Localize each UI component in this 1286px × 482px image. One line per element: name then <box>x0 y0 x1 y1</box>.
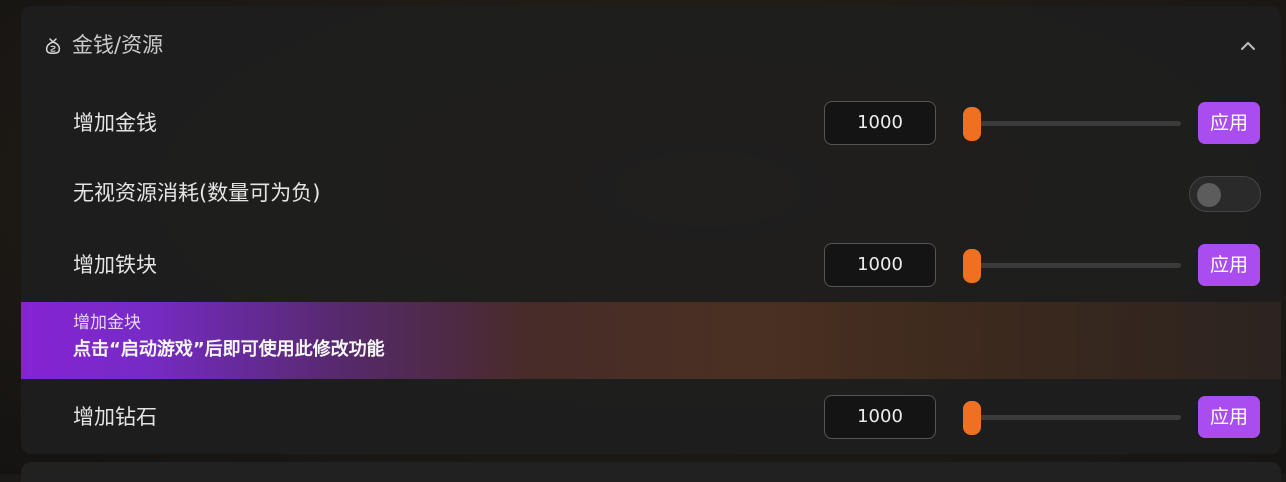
apply-button[interactable]: 应用 <box>1198 102 1260 144</box>
row-label: 无视资源消耗(数量可为负) <box>73 181 321 205</box>
row-ignore-resource-cost: 无视资源消耗(数量可为负) <box>21 161 1281 225</box>
row-add-money: 增加金钱 1000 应用 <box>21 91 1281 155</box>
diamond-slider[interactable] <box>963 401 1181 435</box>
money-bag-icon <box>45 38 61 54</box>
chevron-up-icon[interactable] <box>1238 36 1258 56</box>
diamond-amount-input[interactable]: 1000 <box>824 395 936 439</box>
slider-thumb[interactable] <box>963 401 981 435</box>
resources-panel: 金钱/资源 增加金钱 1000 应用 无视资源消耗(数量可为负) 增加铁块 10… <box>21 6 1281 454</box>
section-title: 金钱/资源 <box>72 33 164 57</box>
ignore-cost-toggle[interactable] <box>1189 176 1261 212</box>
slider-track[interactable] <box>973 415 1181 420</box>
iron-amount-input[interactable]: 1000 <box>824 243 936 287</box>
locked-message: 点击“启动游戏”后即可使用此修改功能 <box>73 339 385 360</box>
money-slider[interactable] <box>963 107 1181 141</box>
row-label: 增加铁块 <box>73 253 157 277</box>
next-panel-edge <box>21 462 1281 482</box>
row-add-diamond: 增加钻石 1000 应用 <box>21 385 1281 449</box>
row-label: 增加金块 <box>73 313 141 333</box>
row-label: 增加金钱 <box>73 111 157 135</box>
row-label: 增加钻石 <box>73 405 157 429</box>
section-header[interactable]: 金钱/资源 <box>21 6 1281 86</box>
row-add-iron: 增加铁块 1000 应用 <box>21 233 1281 297</box>
toggle-knob <box>1197 183 1221 207</box>
slider-thumb[interactable] <box>963 107 981 141</box>
slider-thumb[interactable] <box>963 249 981 283</box>
apply-button[interactable]: 应用 <box>1198 244 1260 286</box>
money-amount-input[interactable]: 1000 <box>824 101 936 145</box>
slider-track[interactable] <box>973 263 1181 268</box>
iron-slider[interactable] <box>963 249 1181 283</box>
slider-track[interactable] <box>973 121 1181 126</box>
locked-feature-overlay: 增加金块 点击“启动游戏”后即可使用此修改功能 <box>21 302 1281 379</box>
apply-button[interactable]: 应用 <box>1198 396 1260 438</box>
